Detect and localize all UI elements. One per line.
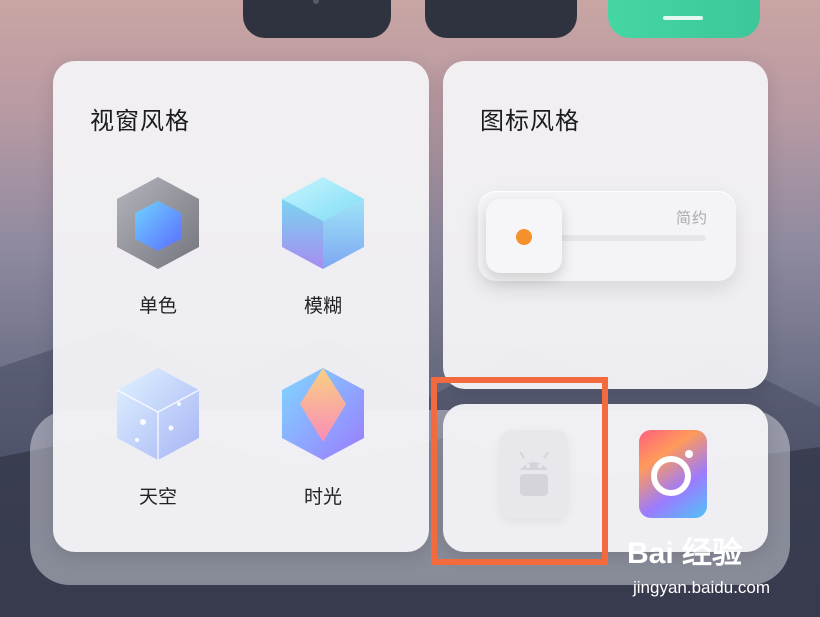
blur-cube-icon (282, 177, 364, 269)
style-option-label: 单色 (138, 295, 177, 317)
camera-icon (651, 450, 693, 496)
time-cube-icon (282, 368, 364, 460)
sky-cube-icon (116, 368, 200, 460)
baidu-watermark: Bai 经验 jingyan.baidu.com (627, 528, 817, 608)
style-option-time[interactable]: 时光 (263, 364, 383, 514)
window-style-card: 视窗风格 单色 模糊 天空 时光 (53, 61, 429, 552)
highlight-box (431, 377, 608, 565)
window-style-title: 视窗风格 (90, 107, 190, 135)
mono-cube-icon (117, 177, 199, 269)
icon-style-card: 图标风格 简约 (443, 61, 768, 389)
icon-style-title: 图标风格 (480, 107, 580, 135)
slider-knob[interactable] (486, 199, 562, 273)
style-option-blur[interactable]: 模糊 (263, 173, 383, 323)
style-option-label: 时光 (303, 486, 342, 508)
style-option-label: 天空 (138, 486, 177, 508)
top-tile-2[interactable] (425, 0, 577, 38)
style-option-mono[interactable]: 单色 (98, 173, 218, 323)
style-option-label: 模糊 (303, 295, 342, 317)
watermark-url: jingyan.baidu.com (633, 578, 771, 597)
slider-label: 简约 (675, 209, 708, 227)
top-tile-1[interactable] (243, 0, 391, 38)
camera-app[interactable] (639, 430, 707, 518)
slider-track[interactable] (538, 235, 706, 241)
slider-dot (516, 229, 532, 245)
style-option-sky[interactable]: 天空 (98, 364, 218, 514)
icon-style-slider[interactable]: 简约 (478, 191, 736, 281)
indicator-dot (313, 0, 319, 4)
top-tile-3[interactable] (608, 0, 760, 38)
handle-bar (663, 16, 703, 20)
watermark-brand: Bai 经验 (627, 537, 743, 570)
